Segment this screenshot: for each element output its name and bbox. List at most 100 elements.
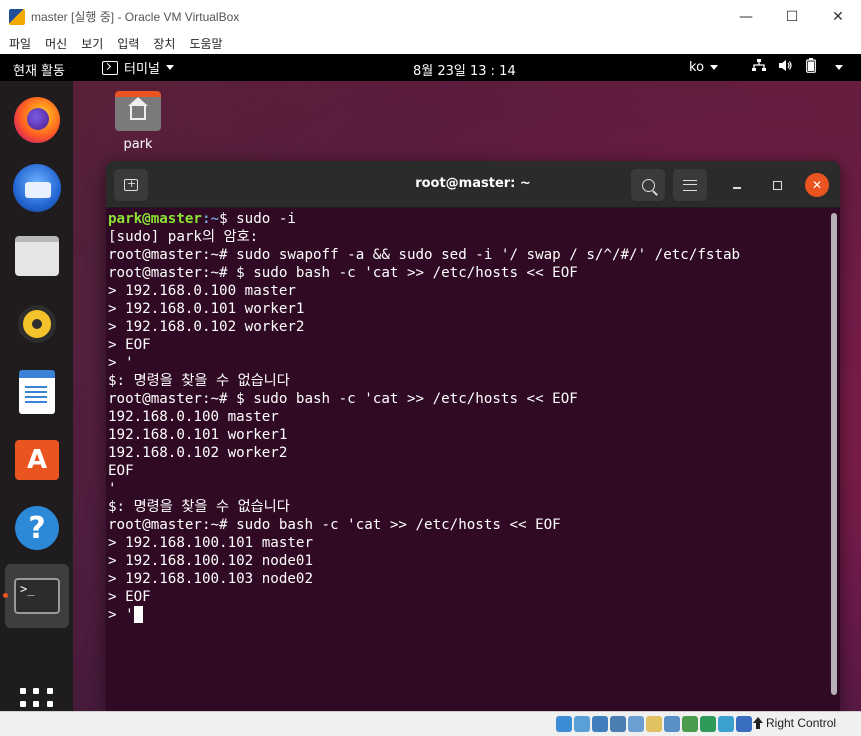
vbox-menu-bar: 파일 머신 보기 입력 장치 도움말: [0, 33, 861, 54]
app-menu-label: 터미널: [124, 62, 160, 77]
prompt-user: park@master: [108, 211, 202, 227]
terminal-line: > 192.168.0.100 master: [108, 283, 296, 299]
vbox-maximize-button[interactable]: ☐: [769, 0, 815, 33]
terminal-icon: >_: [14, 578, 60, 614]
terminal-menu-button[interactable]: [673, 169, 707, 201]
terminal-line: $: 명령을 찾을 수 없습니다: [108, 499, 290, 515]
software-store-icon: A: [15, 440, 59, 480]
menu-devices[interactable]: 장치: [153, 35, 175, 52]
hamburger-menu-icon: [683, 179, 697, 191]
terminal-maximize-button[interactable]: [765, 173, 789, 197]
guest-screen: 현재 활동 터미널 8월 23일 13 : 14 ko A ? >_ park …: [0, 54, 861, 711]
dock-item-thunderbird[interactable]: [5, 156, 69, 220]
terminal-line: > 192.168.0.101 worker1: [108, 301, 305, 317]
audio-icon[interactable]: [592, 716, 608, 732]
shared-folders-icon[interactable]: [646, 716, 662, 732]
chevron-down-icon: [710, 65, 719, 70]
vbox-window-title: master [실행 중] - Oracle VM VirtualBox: [31, 10, 240, 24]
arrow-down-icon: [753, 717, 763, 729]
host-key-label: Right Control: [766, 716, 837, 730]
terminal-line: root@master:~# $ sudo bash -c 'cat >> /e…: [108, 391, 578, 407]
desktop-folder-label: park: [123, 137, 153, 152]
virtualbox-icon: [9, 8, 25, 25]
host-key-indicator: Right Control: [753, 716, 836, 730]
terminal-line: $: 명령을 찾을 수 없습니다: [108, 373, 290, 389]
running-indicator: [3, 593, 8, 598]
terminal-line: root@master:~# $ sudo bash -c 'cat >> /e…: [108, 265, 578, 281]
dock-item-software[interactable]: A: [5, 428, 69, 492]
terminal-search-button[interactable]: [631, 169, 665, 201]
system-tray[interactable]: [751, 58, 843, 76]
vbox-title-bar: master [실행 중] - Oracle VM VirtualBox — ☐…: [0, 0, 861, 33]
network-icon[interactable]: [610, 716, 626, 732]
show-applications-button[interactable]: [20, 688, 54, 711]
keyboard-layout-label: ko: [689, 60, 705, 75]
vbox-status-bar: Right Control: [0, 711, 861, 736]
dock-item-files[interactable]: [5, 224, 69, 288]
recording-icon[interactable]: [682, 716, 698, 732]
maximize-icon: [772, 180, 782, 190]
minimize-icon: [733, 187, 741, 189]
terminal-line: ': [108, 481, 117, 497]
display-icon[interactable]: [664, 716, 680, 732]
vbox-window-controls: — ☐ ✕: [723, 0, 861, 33]
terminal-header-bar: root@master: ~ ✕: [106, 161, 840, 208]
terminal-icon: [102, 60, 118, 75]
volume-icon: [777, 59, 793, 75]
terminal-line: > EOF: [108, 337, 151, 353]
terminal-line: > 192.168.100.101 master: [108, 535, 313, 551]
menu-help[interactable]: 도움말: [189, 35, 222, 52]
menu-view[interactable]: 보기: [81, 35, 103, 52]
menu-machine[interactable]: 머신: [45, 35, 67, 52]
usb-icon[interactable]: [628, 716, 644, 732]
terminal-line: > EOF: [108, 589, 151, 605]
libreoffice-writer-icon: [19, 370, 55, 414]
vbox-minimize-button[interactable]: —: [723, 0, 769, 33]
terminal-line: > 192.168.100.103 node02: [108, 571, 313, 587]
desktop-home-folder[interactable]: park: [106, 91, 170, 152]
activities-button[interactable]: 현재 활동: [13, 60, 65, 79]
mouse-integration-icon[interactable]: [718, 716, 734, 732]
search-icon: [641, 178, 655, 192]
chevron-down-icon: [165, 65, 174, 70]
terminal-line: > ': [108, 355, 134, 371]
command-text: $ sudo -i: [219, 211, 296, 227]
terminal-output[interactable]: park@master:~$ sudo -i [sudo] park의 암호: …: [106, 208, 840, 711]
terminal-line: root@master:~# sudo swapoff -a && sudo s…: [108, 247, 741, 263]
dock-item-help[interactable]: ?: [5, 496, 69, 560]
terminal-line: [sudo] park의 암호:: [108, 229, 259, 245]
terminal-line: > 192.168.100.102 node01: [108, 553, 313, 569]
vbox-close-button[interactable]: ✕: [815, 0, 861, 33]
prompt-path: :~: [201, 211, 220, 227]
help-icon: ?: [15, 506, 59, 550]
harddisk-icon[interactable]: [556, 716, 572, 732]
terminal-close-button[interactable]: ✕: [805, 173, 829, 197]
terminal-minimize-button[interactable]: [725, 173, 749, 197]
dock-item-firefox[interactable]: [5, 88, 69, 152]
firefox-icon: [14, 97, 60, 143]
files-icon: [15, 236, 59, 276]
menu-file[interactable]: 파일: [9, 35, 31, 52]
dock-item-rhythmbox[interactable]: [5, 292, 69, 356]
app-menu-button[interactable]: 터미널: [102, 58, 174, 77]
gnome-top-bar: 현재 활동 터미널 8월 23일 13 : 14 ko: [0, 54, 861, 81]
keyboard-icon[interactable]: [736, 716, 752, 732]
optical-drive-icon[interactable]: [574, 716, 590, 732]
network-icon: [751, 59, 767, 75]
keyboard-layout-indicator[interactable]: ko: [689, 60, 719, 75]
clock[interactable]: 8월 23일 13 : 14: [413, 60, 516, 79]
terminal-line: > 192.168.0.102 worker2: [108, 319, 305, 335]
terminal-line: 192.168.0.100 master: [108, 409, 279, 425]
cpu-icon[interactable]: [700, 716, 716, 732]
dock-item-writer[interactable]: [5, 360, 69, 424]
rhythmbox-icon: [18, 305, 56, 343]
terminal-line: park@master:~$ sudo -i: [108, 210, 840, 228]
dock-item-terminal[interactable]: >_: [5, 564, 69, 628]
menu-input[interactable]: 입력: [117, 35, 139, 52]
battery-icon: [803, 58, 819, 76]
terminal-line: 192.168.0.102 worker2: [108, 445, 288, 461]
terminal-scrollbar[interactable]: [831, 213, 837, 695]
terminal-line: > ': [108, 606, 840, 624]
terminal-line: 192.168.0.101 worker1: [108, 427, 288, 443]
terminal-cursor: [133, 606, 143, 623]
